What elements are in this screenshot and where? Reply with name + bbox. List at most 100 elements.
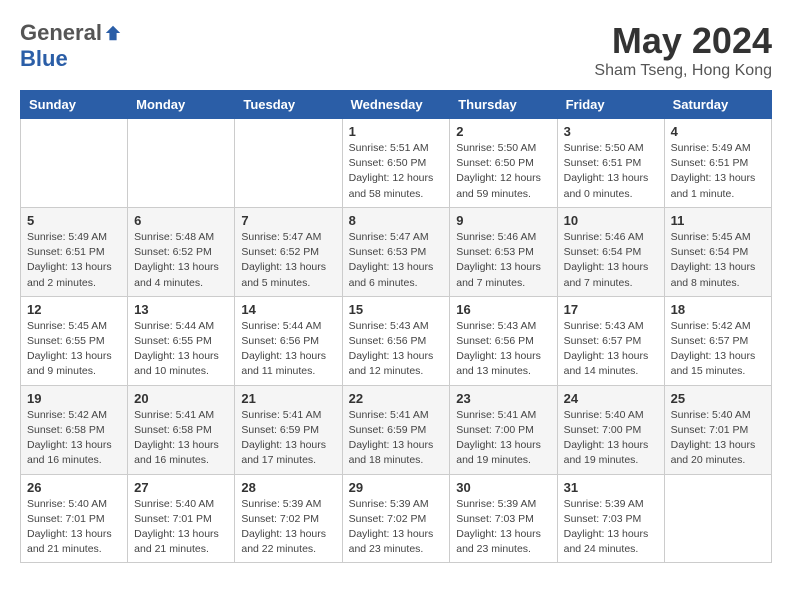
- location: Sham Tseng, Hong Kong: [594, 62, 772, 80]
- day-info: Sunrise: 5:44 AMSunset: 6:56 PMDaylight:…: [241, 319, 335, 380]
- day-of-week-header: Sunday: [21, 91, 128, 119]
- calendar-cell: 22Sunrise: 5:41 AMSunset: 6:59 PMDayligh…: [342, 385, 450, 474]
- page-header: General Blue May 2024 Sham Tseng, Hong K…: [20, 20, 772, 80]
- day-number: 24: [564, 391, 658, 406]
- day-number: 2: [456, 124, 550, 139]
- calendar-cell: 27 Sunrise: 5:40 AMSunset: 7:01 PMDayligh…: [128, 474, 235, 563]
- day-number: 23: [456, 391, 550, 406]
- calendar-cell: [128, 119, 235, 208]
- day-number: 18: [671, 302, 765, 317]
- day-number: 10: [564, 213, 658, 228]
- calendar-cell: 28 Sunrise: 5:39 AMSunset: 7:02 PMDayligh…: [235, 474, 342, 563]
- logo-icon: [104, 24, 122, 42]
- day-info: Sunrise: 5:39 AMSunset: 7:02 PMDaylight:…: [349, 497, 444, 558]
- day-number: 25: [671, 391, 765, 406]
- day-of-week-header: Monday: [128, 91, 235, 119]
- day-info: Sunrise: 5:44 AMSunset: 6:55 PMDaylight:…: [134, 319, 228, 380]
- day-number: 7: [241, 213, 335, 228]
- day-info: Sunrise: 5:49 AMSunset: 6:51 PMDaylight:…: [27, 230, 121, 291]
- day-number: 16: [456, 302, 550, 317]
- calendar-cell: 9 Sunrise: 5:46 AMSunset: 6:53 PMDaylight…: [450, 207, 557, 296]
- calendar-cell: 30 Sunrise: 5:39 AMSunset: 7:03 PMDayligh…: [450, 474, 557, 563]
- calendar-cell: 13 Sunrise: 5:44 AMSunset: 6:55 PMDayligh…: [128, 296, 235, 385]
- day-number: 30: [456, 480, 550, 495]
- day-number: 26: [27, 480, 121, 495]
- day-info: Sunrise: 5:40 AMSunset: 7:01 PMDaylight:…: [134, 497, 228, 558]
- calendar-cell: 19 Sunrise: 5:42 AMSunset: 6:58 PMDayligh…: [21, 385, 128, 474]
- day-info: Sunrise: 5:47 AMSunset: 6:52 PMDaylight:…: [241, 230, 335, 291]
- day-info: Sunrise: 5:43 AMSunset: 6:56 PMDaylight:…: [349, 319, 444, 380]
- logo-general: General: [20, 20, 102, 46]
- month-title: May 2024: [594, 20, 772, 62]
- day-info: Sunrise: 5:47 AMSunset: 6:53 PMDaylight:…: [349, 230, 444, 291]
- calendar-cell: [21, 119, 128, 208]
- calendar-week-row: 5 Sunrise: 5:49 AMSunset: 6:51 PMDaylight…: [21, 207, 772, 296]
- day-info: Sunrise: 5:50 AMSunset: 6:51 PMDaylight:…: [564, 141, 658, 202]
- calendar-cell: 4Sunrise: 5:49 AMSunset: 6:51 PMDaylight…: [664, 119, 771, 208]
- calendar-week-row: 12Sunrise: 5:45 AMSunset: 6:55 PMDayligh…: [21, 296, 772, 385]
- day-number: 5: [27, 213, 121, 228]
- title-block: May 2024 Sham Tseng, Hong Kong: [594, 20, 772, 80]
- day-number: 17: [564, 302, 658, 317]
- day-number: 6: [134, 213, 228, 228]
- day-number: 21: [241, 391, 335, 406]
- calendar-cell: 23Sunrise: 5:41 AMSunset: 7:00 PMDayligh…: [450, 385, 557, 474]
- day-info: Sunrise: 5:39 AMSunset: 7:03 PMDaylight:…: [456, 497, 550, 558]
- day-number: 31: [564, 480, 658, 495]
- calendar-cell: 20Sunrise: 5:41 AMSunset: 6:58 PMDayligh…: [128, 385, 235, 474]
- day-number: 20: [134, 391, 228, 406]
- day-of-week-header: Tuesday: [235, 91, 342, 119]
- day-info: Sunrise: 5:41 AMSunset: 6:59 PMDaylight:…: [241, 408, 335, 469]
- calendar-cell: 16 Sunrise: 5:43 AMSunset: 6:56 PMDayligh…: [450, 296, 557, 385]
- calendar-cell: 24 Sunrise: 5:40 AMSunset: 7:00 PMDayligh…: [557, 385, 664, 474]
- calendar-cell: 7 Sunrise: 5:47 AMSunset: 6:52 PMDaylight…: [235, 207, 342, 296]
- day-number: 22: [349, 391, 444, 406]
- logo-blue: Blue: [20, 46, 68, 72]
- calendar-week-row: 26 Sunrise: 5:40 AMSunset: 7:01 PMDayligh…: [21, 474, 772, 563]
- calendar-cell: 3 Sunrise: 5:50 AMSunset: 6:51 PMDaylight…: [557, 119, 664, 208]
- day-info: Sunrise: 5:43 AMSunset: 6:56 PMDaylight:…: [456, 319, 550, 380]
- day-info: Sunrise: 5:45 AMSunset: 6:54 PMDaylight:…: [671, 230, 765, 291]
- calendar-cell: [235, 119, 342, 208]
- day-of-week-header: Saturday: [664, 91, 771, 119]
- day-number: 27: [134, 480, 228, 495]
- calendar-header-row: SundayMondayTuesdayWednesdayThursdayFrid…: [21, 91, 772, 119]
- day-number: 9: [456, 213, 550, 228]
- calendar-cell: 18 Sunrise: 5:42 AMSunset: 6:57 PMDayligh…: [664, 296, 771, 385]
- day-info: Sunrise: 5:43 AMSunset: 6:57 PMDaylight:…: [564, 319, 658, 380]
- day-info: Sunrise: 5:40 AMSunset: 7:01 PMDaylight:…: [671, 408, 765, 469]
- day-info: Sunrise: 5:39 AMSunset: 7:02 PMDaylight:…: [241, 497, 335, 558]
- day-number: 13: [134, 302, 228, 317]
- day-info: Sunrise: 5:42 AMSunset: 6:58 PMDaylight:…: [27, 408, 121, 469]
- day-number: 28: [241, 480, 335, 495]
- calendar-cell: 8 Sunrise: 5:47 AMSunset: 6:53 PMDaylight…: [342, 207, 450, 296]
- calendar-cell: 26 Sunrise: 5:40 AMSunset: 7:01 PMDayligh…: [21, 474, 128, 563]
- calendar-cell: 17 Sunrise: 5:43 AMSunset: 6:57 PMDayligh…: [557, 296, 664, 385]
- day-number: 11: [671, 213, 765, 228]
- calendar-week-row: 19 Sunrise: 5:42 AMSunset: 6:58 PMDayligh…: [21, 385, 772, 474]
- day-of-week-header: Thursday: [450, 91, 557, 119]
- day-info: Sunrise: 5:40 AMSunset: 7:00 PMDaylight:…: [564, 408, 658, 469]
- day-number: 12: [27, 302, 121, 317]
- day-number: 3: [564, 124, 658, 139]
- calendar-week-row: 1Sunrise: 5:51 AMSunset: 6:50 PMDaylight…: [21, 119, 772, 208]
- day-number: 19: [27, 391, 121, 406]
- calendar-cell: 10 Sunrise: 5:46 AMSunset: 6:54 PMDayligh…: [557, 207, 664, 296]
- day-info: Sunrise: 5:49 AMSunset: 6:51 PMDaylight:…: [671, 141, 765, 202]
- day-info: Sunrise: 5:46 AMSunset: 6:54 PMDaylight:…: [564, 230, 658, 291]
- day-info: Sunrise: 5:39 AMSunset: 7:03 PMDaylight:…: [564, 497, 658, 558]
- calendar-table: SundayMondayTuesdayWednesdayThursdayFrid…: [20, 90, 772, 563]
- day-info: Sunrise: 5:51 AMSunset: 6:50 PMDaylight:…: [349, 141, 444, 202]
- calendar-cell: 15Sunrise: 5:43 AMSunset: 6:56 PMDayligh…: [342, 296, 450, 385]
- calendar-cell: 14 Sunrise: 5:44 AMSunset: 6:56 PMDayligh…: [235, 296, 342, 385]
- day-info: Sunrise: 5:40 AMSunset: 7:01 PMDaylight:…: [27, 497, 121, 558]
- day-number: 29: [349, 480, 444, 495]
- day-number: 14: [241, 302, 335, 317]
- calendar-cell: 29 Sunrise: 5:39 AMSunset: 7:02 PMDayligh…: [342, 474, 450, 563]
- day-of-week-header: Wednesday: [342, 91, 450, 119]
- day-number: 8: [349, 213, 444, 228]
- calendar-cell: 2Sunrise: 5:50 AMSunset: 6:50 PMDaylight…: [450, 119, 557, 208]
- day-info: Sunrise: 5:42 AMSunset: 6:57 PMDaylight:…: [671, 319, 765, 380]
- day-info: Sunrise: 5:46 AMSunset: 6:53 PMDaylight:…: [456, 230, 550, 291]
- calendar-cell: 6Sunrise: 5:48 AMSunset: 6:52 PMDaylight…: [128, 207, 235, 296]
